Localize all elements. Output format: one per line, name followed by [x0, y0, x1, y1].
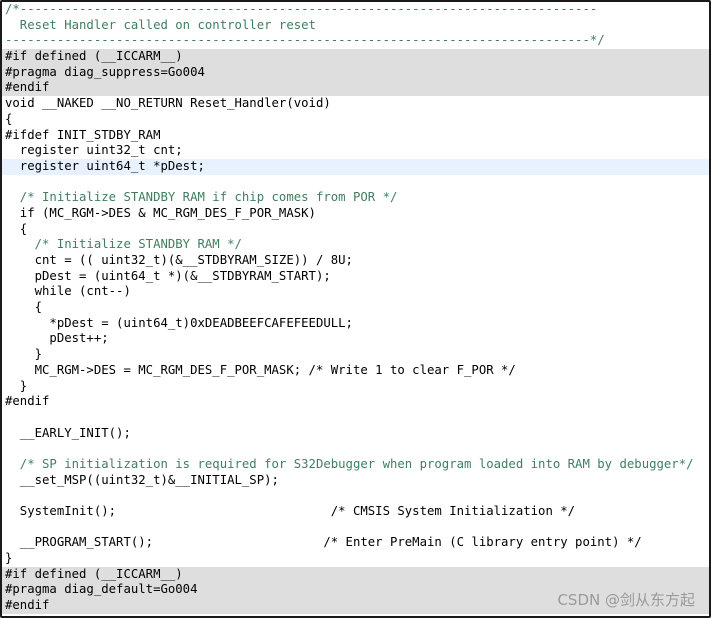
comment-token: Reset Handler called on controller reset — [5, 17, 316, 32]
code-line-13: /* Initialize STANDBY RAM if chip comes … — [2, 190, 709, 206]
code-line-14: if (MC_RGM->DES & MC_RGM_DES_F_POR_MASK) — [5, 205, 316, 220]
code-line-3: ----------------------------------------… — [2, 33, 709, 49]
comment-token: /* SP initialization is required for S32… — [5, 456, 694, 471]
code-line-15: { — [5, 221, 28, 236]
code-line-7: void __NAKED __NO_RETURN Reset_Handler(v… — [5, 96, 331, 111]
code-line-5: #pragma diag_suppress=Go004 — [2, 64, 709, 81]
comment-token: /* Initialize STANDBY RAM if chip comes … — [5, 190, 398, 205]
code-line-8: { — [5, 111, 13, 126]
code-line-37: #if defined (__ICCARM__) — [2, 566, 709, 583]
code-line-16: /* Initialize STANDBY RAM */ — [2, 237, 709, 253]
csdn-watermark: CSDN @剑从东方起 — [557, 591, 695, 609]
code-line-1: /*--------------------------------------… — [2, 2, 709, 18]
code-line-23: } — [5, 347, 43, 362]
code-view[interactable]: /*--------------------------------------… — [2, 2, 709, 614]
code-line-31: __set_MSP((uint32_t)&__INITIAL_SP); — [5, 472, 279, 487]
code-line-2: Reset Handler called on controller reset — [2, 18, 709, 34]
code-line-17: cnt = (( uint32_t)(&__STDBYRAM_SIZE)) / … — [5, 253, 353, 267]
code-line-22: pDest++; — [5, 331, 109, 346]
code-line-4: #if defined (__ICCARM__) — [2, 49, 709, 65]
comment-token: ----------------------------------------… — [5, 33, 605, 48]
code-line-33: SystemInit(); /* CMSIS System Initializa… — [5, 504, 576, 518]
code-line-19: while (cnt--) — [5, 284, 131, 299]
code-line-35: __PROGRAM_START(); /* Enter PreMain (C l… — [5, 535, 642, 550]
code-line-28: __EARLY_INIT(); — [5, 425, 131, 440]
code-line-30: /* SP initialization is required for S32… — [2, 457, 709, 473]
code-line-11-current: register uint64_t *pDest; — [2, 158, 709, 175]
comment-token: /*--------------------------------------… — [5, 2, 598, 16]
code-line-24: MC_RGM->DES = MC_RGM_DES_F_POR_MASK; /* … — [5, 362, 516, 377]
code-line-20: { — [5, 300, 43, 315]
code-line-26: #endif — [5, 394, 50, 409]
code-line-10: register uint32_t cnt; — [5, 143, 183, 158]
code-line-9: #ifdef INIT_STDBY_RAM — [5, 127, 161, 142]
code-line-6: #endif — [2, 80, 709, 97]
code-editor-panel: /*--------------------------------------… — [0, 0, 711, 618]
code-line-18: pDest = (uint64_t *)(&__STDBYRAM_START); — [5, 268, 331, 283]
code-line-21: *pDest = (uint64_t)0xDEADBEEFCAFEFEEDULL… — [5, 315, 353, 330]
comment-token: /* Initialize STANDBY RAM */ — [5, 237, 242, 252]
code-line-36: } — [5, 551, 13, 566]
code-line-25: } — [5, 378, 28, 393]
